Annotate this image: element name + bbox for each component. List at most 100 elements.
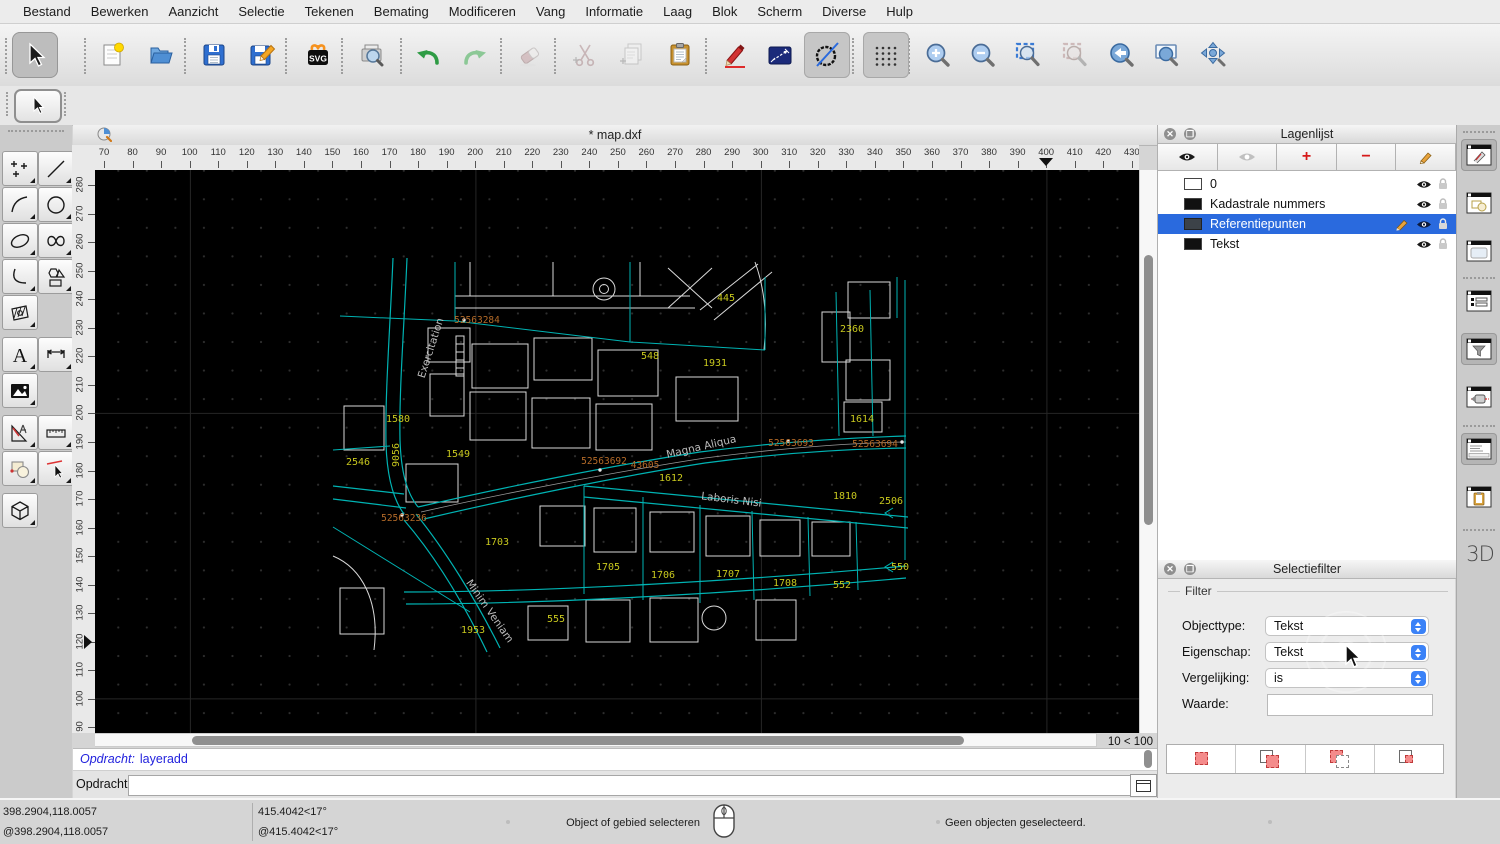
paste-button[interactable] [657, 32, 703, 78]
pencil-icon[interactable] [1395, 218, 1410, 231]
layer-panel-titlebar[interactable]: ✕ ❐ Lagenlijst [1158, 125, 1456, 144]
text-tool[interactable]: A [2, 337, 38, 372]
zoom-in-button[interactable] [915, 32, 961, 78]
select-tool-option-button[interactable] [14, 89, 62, 123]
draw-pencil-button[interactable] [712, 32, 758, 78]
3d-label[interactable]: 3D [1463, 542, 1497, 566]
menu-item-informatie[interactable]: Informatie [575, 4, 653, 19]
menu-item-diverse[interactable]: Diverse [812, 4, 876, 19]
modify-tool[interactable] [2, 451, 38, 486]
zoom-previous-button[interactable] [1099, 32, 1145, 78]
copy-button[interactable] [610, 32, 656, 78]
box-3d-tool[interactable] [2, 493, 38, 528]
command-input[interactable] [128, 775, 1182, 796]
select-remove-button[interactable] [1306, 745, 1375, 773]
menu-item-bemating[interactable]: Bemating [364, 4, 439, 19]
undo-button[interactable] [405, 32, 451, 78]
open-file-button[interactable] [138, 32, 184, 78]
eye-icon[interactable] [1416, 199, 1432, 210]
point-tool[interactable] [2, 151, 38, 186]
save-as-button[interactable] [239, 32, 285, 78]
polyline-tool[interactable] [2, 259, 38, 294]
vertical-scrollbar[interactable] [1139, 170, 1157, 733]
select-new-button[interactable] [1167, 745, 1237, 773]
menu-item-modificeren[interactable]: Modificeren [439, 4, 526, 19]
draft-mode-toggle[interactable] [804, 32, 850, 78]
svg-export-button[interactable]: SVG [295, 32, 341, 78]
print-preview-button[interactable] [349, 32, 395, 78]
save-button[interactable] [191, 32, 237, 78]
selectionfilter-panel-button[interactable] [1461, 333, 1497, 365]
dimension-tool[interactable] [38, 337, 74, 372]
menu-item-aanzicht[interactable]: Aanzicht [159, 4, 229, 19]
arc-tool[interactable] [2, 187, 38, 222]
library-panel-button[interactable] [1461, 187, 1497, 219]
eye-icon[interactable] [1416, 219, 1432, 230]
document-titlebar[interactable]: * map.dxf [73, 125, 1157, 146]
pan-button[interactable] [1191, 32, 1237, 78]
hatch-tool[interactable] [2, 295, 38, 330]
horizontal-scrollbar[interactable] [95, 733, 1097, 747]
menu-item-selectie[interactable]: Selectie [228, 4, 294, 19]
zoom-out-button[interactable] [960, 32, 1006, 78]
add-layer-button[interactable]: + [1277, 143, 1337, 171]
ellipse-tool[interactable] [2, 223, 38, 258]
layerlist-panel-button[interactable] [1461, 285, 1497, 317]
menu-item-laag[interactable]: Laag [653, 4, 702, 19]
zoom-window-button[interactable] [1144, 32, 1190, 78]
menu-item-vang[interactable]: Vang [526, 4, 575, 19]
drafting-tool[interactable] [2, 415, 38, 450]
filter-panel-titlebar[interactable]: ✕ ❐ Selectiefilter [1158, 560, 1456, 579]
select-intersect-button[interactable] [1375, 745, 1443, 773]
image-tool[interactable] [2, 373, 38, 408]
layer-row-1[interactable]: Kadastrale nummers [1158, 194, 1456, 214]
eye-icon[interactable] [1416, 239, 1432, 250]
command-window-button[interactable] [1130, 774, 1157, 797]
spline-tool[interactable] [38, 223, 74, 258]
show-all-eye-button[interactable] [1158, 143, 1218, 171]
grid-toggle[interactable] [863, 32, 909, 78]
redo-button[interactable] [452, 32, 498, 78]
waarde-input[interactable] [1267, 694, 1433, 716]
lock-icon[interactable] [1438, 238, 1448, 250]
eigenschap-select[interactable]: Tekst [1265, 642, 1429, 662]
measure-tool[interactable] [38, 415, 74, 450]
eye-icon[interactable] [1416, 179, 1432, 190]
layer-row-2-selected[interactable]: Referentiepunten [1158, 214, 1456, 234]
new-file-button[interactable] [90, 32, 136, 78]
cut-button[interactable] [562, 32, 608, 78]
vertical-scroll-thumb[interactable] [1144, 255, 1153, 525]
lock-icon[interactable] [1438, 198, 1448, 210]
history-scroll-thumb[interactable] [1144, 750, 1152, 768]
select-tool-button[interactable] [12, 32, 58, 78]
hide-all-eye-button[interactable] [1217, 143, 1278, 171]
horizontal-scroll-thumb[interactable] [192, 736, 964, 745]
circle-tool[interactable] [38, 187, 74, 222]
lock-icon[interactable] [1438, 218, 1448, 230]
dimension-button[interactable] [757, 32, 803, 78]
command-panel-button[interactable] [1461, 433, 1497, 465]
menu-item-scherm[interactable]: Scherm [747, 4, 812, 19]
lock-icon[interactable] [1438, 178, 1448, 190]
layer-row-3[interactable]: Tekst [1158, 234, 1456, 254]
menu-item-tekenen[interactable]: Tekenen [295, 4, 364, 19]
layer-row-0[interactable]: 0 [1158, 174, 1456, 194]
zoom-extents-button[interactable] [1005, 32, 1051, 78]
eraser-button[interactable] [507, 32, 553, 78]
menu-item-bestand[interactable]: Bestand [13, 4, 81, 19]
edit-layer-button[interactable] [1396, 143, 1456, 171]
polygon-tool[interactable] [38, 259, 74, 294]
tool-options-panel-button[interactable] [1461, 381, 1497, 413]
history-scrollbar[interactable] [1141, 749, 1155, 770]
remove-layer-button[interactable]: − [1336, 143, 1397, 171]
trim-tool[interactable] [38, 451, 74, 486]
blank-panel-button[interactable] [1461, 235, 1497, 267]
line-tool[interactable] [38, 151, 74, 186]
objecttype-select[interactable]: Tekst [1265, 616, 1429, 636]
menu-item-bewerken[interactable]: Bewerken [81, 4, 159, 19]
menu-item-blok[interactable]: Blok [702, 4, 747, 19]
properties-panel-button[interactable] [1461, 139, 1497, 171]
map-drawing[interactable]: 445 2360 548 1931 1614 1580 9056 2546 1549 1612 18… [95, 170, 1139, 733]
menu-item-hulp[interactable]: Hulp [876, 4, 923, 19]
zoom-selection-button[interactable] [1052, 32, 1098, 78]
